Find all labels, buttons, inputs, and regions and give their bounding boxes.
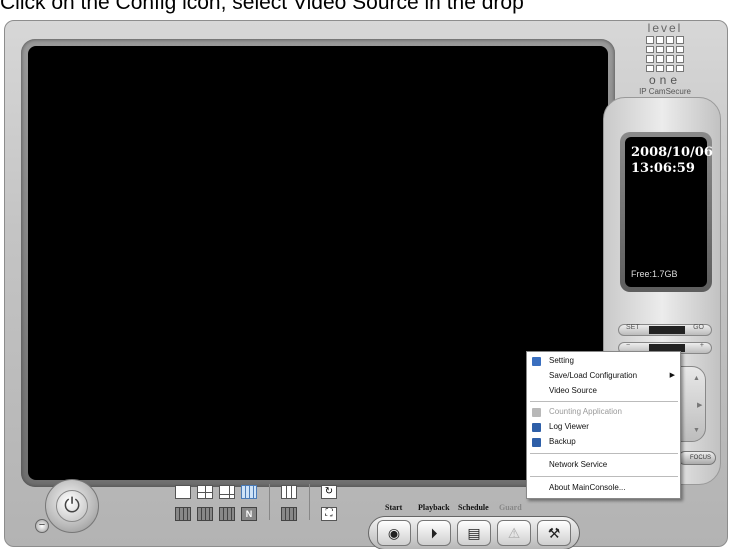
config-context-menu: Setting Save/Load Configuration ▶ Video … <box>526 351 681 499</box>
submenu-arrow-icon: ▶ <box>669 372 675 379</box>
menu-item-label: Counting Application <box>549 407 622 416</box>
ptz-right-icon[interactable]: ▶ <box>697 401 702 409</box>
ptz-down-icon[interactable]: ▼ <box>693 427 700 434</box>
menu-separator <box>530 476 678 477</box>
menu-separator <box>530 453 678 454</box>
layout-custom-icon[interactable] <box>281 507 297 521</box>
instruction-caption: Click on the Config icon, select Video S… <box>0 0 524 14</box>
menu-item-setting[interactable]: Setting <box>527 354 680 368</box>
app-window: Click on the Config icon, select Video S… <box>0 0 732 549</box>
set-button[interactable]: SET <box>626 324 640 331</box>
log-viewer-icon <box>532 423 541 432</box>
start-label: Start <box>385 503 403 512</box>
preset-control[interactable]: SET GO <box>618 324 712 336</box>
guard-label: Guard <box>499 503 522 512</box>
config-button[interactable]: ⚒ <box>537 520 571 546</box>
logo-grid-icon <box>646 36 684 72</box>
focus-button[interactable]: FOCUS <box>678 451 716 465</box>
fullscreen-icon[interactable]: ⛶ <box>321 507 337 521</box>
logo-brand-text: IP CamSecure <box>639 87 691 96</box>
menu-item-label: About MainConsole... <box>549 483 626 492</box>
start-button[interactable]: ◉ <box>377 520 411 546</box>
ptz-up-icon[interactable]: ▲ <box>693 375 700 382</box>
layout-25-icon[interactable] <box>281 485 297 499</box>
backup-icon <box>532 438 541 447</box>
layout-9-icon[interactable] <box>175 507 191 521</box>
video-display-area[interactable] <box>28 46 608 480</box>
schedule-button[interactable]: ▤ <box>457 520 491 546</box>
menu-item-label: Network Service <box>549 460 608 469</box>
minimize-button[interactable]: − <box>35 519 49 533</box>
playback-label: Playback <box>418 503 450 512</box>
rotate-icon[interactable]: ↻ <box>321 485 337 499</box>
function-toolbar: ◉ ⏵ ▤ ⚠ ⚒ <box>368 516 580 549</box>
menu-item-label: Backup <box>549 437 576 446</box>
layout-n-button[interactable]: N <box>241 507 257 521</box>
menu-item-backup[interactable]: Backup <box>527 435 680 449</box>
menu-item-label: Setting <box>549 356 574 365</box>
counting-icon <box>532 408 541 417</box>
brand-logo: level one IP CamSecure <box>620 21 710 99</box>
clock-bezel: 2008/10/06 13:06:59 Free:1.7GB <box>620 132 713 292</box>
schedule-label: Schedule <box>458 503 489 512</box>
go-button[interactable]: GO <box>693 324 704 331</box>
menu-item-network-service[interactable]: Network Service <box>527 458 680 472</box>
time-readout: 13:06:59 <box>631 161 695 176</box>
layout-4-icon[interactable] <box>197 485 213 499</box>
schedule-icon: ▤ <box>467 525 481 541</box>
zoom-minus-icon[interactable]: − <box>626 342 630 349</box>
menu-item-label: Save/Load Configuration <box>549 371 638 380</box>
playback-icon: ⏵ <box>430 525 438 541</box>
logo-top-text: level <box>647 21 683 35</box>
menu-item-label: Video Source <box>549 386 597 395</box>
layout-13-icon[interactable] <box>219 507 235 521</box>
free-space-readout: Free:1.7GB <box>631 269 678 279</box>
menu-item-save-load-configuration[interactable]: Save/Load Configuration ▶ <box>527 369 680 383</box>
power-icon: ⏻ <box>56 490 88 522</box>
power-button[interactable]: ⏻ <box>45 479 99 533</box>
layout-6-icon[interactable] <box>219 485 235 499</box>
divider <box>269 484 270 520</box>
date-readout: 2008/10/06 <box>631 145 713 160</box>
divider <box>309 484 310 520</box>
menu-separator <box>530 401 678 402</box>
logo-bottom-text: one <box>648 73 682 87</box>
layout-1-icon[interactable] <box>175 485 191 499</box>
layout-16-icon[interactable] <box>241 485 257 499</box>
guard-button[interactable]: ⚠ <box>497 520 531 546</box>
menu-item-video-source[interactable]: Video Source <box>527 384 680 398</box>
menu-item-counting-application: Counting Application <box>527 405 680 419</box>
playback-button[interactable]: ⏵ <box>417 520 451 546</box>
status-display: 2008/10/06 13:06:59 Free:1.7GB <box>625 137 713 287</box>
setting-icon <box>532 357 541 366</box>
menu-item-label: Log Viewer <box>549 422 589 431</box>
menu-item-log-viewer[interactable]: Log Viewer <box>527 420 680 434</box>
preset-display <box>649 326 685 334</box>
menu-item-about[interactable]: About MainConsole... <box>527 481 680 495</box>
config-wrench-icon: ⚒ <box>547 525 561 541</box>
guard-warning-icon: ⚠ <box>507 525 521 541</box>
zoom-plus-icon[interactable]: + <box>700 342 704 349</box>
record-icon: ◉ <box>387 525 401 541</box>
layout-10-icon[interactable] <box>197 507 213 521</box>
